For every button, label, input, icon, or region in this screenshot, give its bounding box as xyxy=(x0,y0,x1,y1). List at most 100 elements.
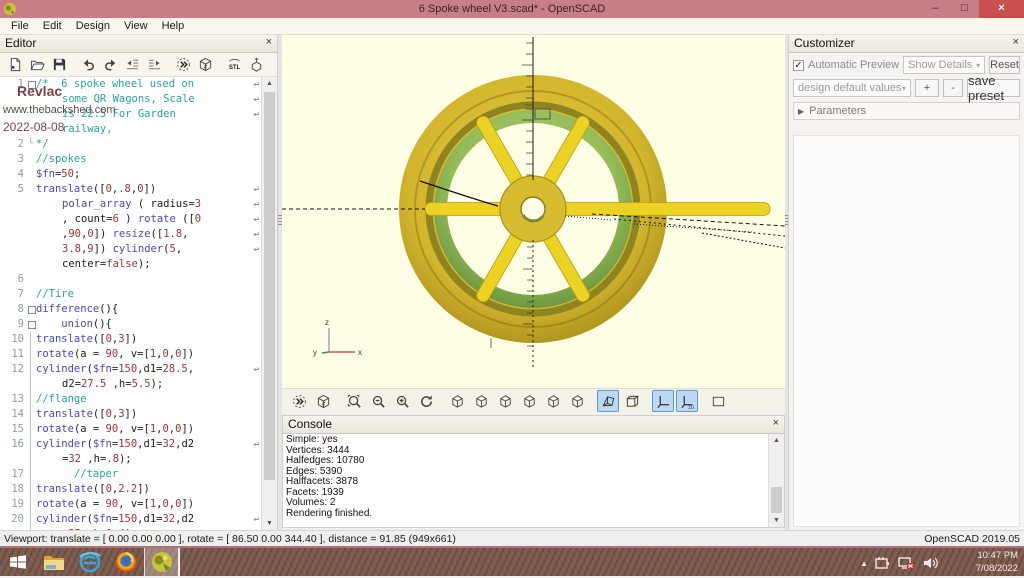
expand-triangle-icon: ▶ xyxy=(798,107,804,116)
code-row: is 22.5 For Garden↩ xyxy=(0,107,261,122)
zoom-in-icon[interactable] xyxy=(391,390,413,412)
preview-icon[interactable] xyxy=(288,390,310,412)
show-scale-markers-icon[interactable]: 10 xyxy=(676,390,698,412)
taskbar: ▲ 10:47 PM 7/08/2022 xyxy=(0,546,1024,576)
view-all-icon[interactable] xyxy=(707,390,729,412)
code-row: 1/* 6 spoke wheel used on↩ xyxy=(0,77,261,92)
3d-viewport[interactable]: z x y xyxy=(282,35,785,388)
preview-icon[interactable] xyxy=(173,55,193,75)
console-line: Facets: 1939 xyxy=(286,488,768,499)
code-row: 4$fn=50; xyxy=(0,167,261,182)
orthogonal-icon[interactable] xyxy=(621,390,643,412)
customizer-close-icon[interactable]: × xyxy=(1013,36,1019,48)
print-3d-icon[interactable] xyxy=(246,55,266,75)
view-right-icon[interactable] xyxy=(446,390,468,412)
axis-z-label: z xyxy=(325,318,329,327)
code-row: 11rotate(a = 90, v=[1,0,0]) xyxy=(0,347,261,362)
code-row: 3//spokes xyxy=(0,152,261,167)
minimize-button[interactable]: – xyxy=(921,0,950,18)
scroll-down-icon[interactable]: ▼ xyxy=(262,517,277,530)
view-bottom-icon[interactable] xyxy=(494,390,516,412)
internet-explorer-button[interactable] xyxy=(72,548,108,576)
speaker-icon[interactable] xyxy=(922,556,938,570)
editor-scrollbar[interactable]: ▲ ▼ xyxy=(261,77,277,530)
console-line: Volumes: 2 xyxy=(286,498,768,509)
save-file-icon[interactable] xyxy=(49,55,69,75)
scroll-up-icon[interactable]: ▲ xyxy=(262,77,277,90)
firefox-button[interactable] xyxy=(108,548,144,576)
remove-preset-button[interactable]: - xyxy=(943,79,963,97)
code-row: some QR Wagons, Scale↩ xyxy=(0,92,261,107)
view-top-icon[interactable] xyxy=(470,390,492,412)
code-row: 18translate([0,2.2]) xyxy=(0,482,261,497)
hidden-icons-chevron[interactable]: ▲ xyxy=(860,559,868,568)
windows-logo-icon xyxy=(8,552,28,572)
taskbar-clock[interactable]: 10:47 PM 7/08/2022 xyxy=(976,549,1018,575)
scroll-up-icon[interactable]: ▲ xyxy=(769,434,784,447)
unindent-icon[interactable] xyxy=(122,55,142,75)
editor-close-icon[interactable]: × xyxy=(266,36,272,48)
code-row: 3.8,9]) cylinder(5,↩ xyxy=(0,242,261,257)
zoom-all-icon[interactable] xyxy=(343,390,365,412)
menu-file[interactable]: File xyxy=(4,20,36,32)
viewport-status: Viewport: translate = [ 0.00 0.00 0.00 ]… xyxy=(4,533,456,545)
details-dropdown[interactable]: Show Details▾ xyxy=(903,56,985,74)
menu-help[interactable]: Help xyxy=(155,20,192,32)
menu-design[interactable]: Design xyxy=(69,20,117,32)
maximize-button[interactable]: □ xyxy=(950,0,979,18)
reset-view-icon[interactable] xyxy=(415,390,437,412)
view-left-icon[interactable] xyxy=(518,390,540,412)
title-bar: 6 Spoke wheel V3.scad* - OpenSCAD – □ × xyxy=(0,0,1024,18)
customizer-panel: Customizer × ✓ Automatic Preview Show De… xyxy=(788,35,1024,530)
battery-icon[interactable] xyxy=(875,556,891,570)
new-file-icon[interactable] xyxy=(5,55,25,75)
code-row: 14translate([0,3]) xyxy=(0,407,261,422)
code-row: 5translate([0,.8,0])↩ xyxy=(0,182,261,197)
code-row: ,90,0]) resize([1.8,↩ xyxy=(0,227,261,242)
view-front-icon[interactable] xyxy=(542,390,564,412)
console-line: Simple: yes xyxy=(286,435,768,446)
perspective-icon[interactable] xyxy=(597,390,619,412)
automatic-preview-checkbox[interactable]: ✓ xyxy=(793,60,804,71)
open-file-icon[interactable] xyxy=(27,55,47,75)
network-icon[interactable] xyxy=(898,556,915,570)
render-icon[interactable] xyxy=(312,390,334,412)
zoom-out-icon[interactable] xyxy=(367,390,389,412)
close-button[interactable]: × xyxy=(979,0,1024,18)
scroll-down-icon[interactable]: ▼ xyxy=(769,514,784,527)
parameters-section[interactable]: ▶ Parameters xyxy=(793,102,1020,120)
reset-button[interactable]: Reset xyxy=(989,56,1020,74)
menu-edit[interactable]: Edit xyxy=(36,20,69,32)
console-scrollbar[interactable]: ▲ ▼ xyxy=(768,434,784,527)
automatic-preview-label: Automatic Preview xyxy=(808,59,899,71)
indent-icon[interactable] xyxy=(144,55,164,75)
editor-toolbar: STL xyxy=(0,53,277,77)
scrollbar-thumb[interactable] xyxy=(771,487,782,513)
code-row: d2=27.5 ,h=5.5); xyxy=(0,377,261,392)
code-row: 16cylinder($fn=150,d1=32,d2↩ xyxy=(0,437,261,452)
console-close-icon[interactable]: × xyxy=(773,417,779,429)
render-icon[interactable] xyxy=(195,55,215,75)
undo-icon[interactable] xyxy=(78,55,98,75)
redo-icon[interactable] xyxy=(100,55,120,75)
console-line: Halfedges: 10780 xyxy=(286,456,768,467)
file-explorer-icon xyxy=(42,552,66,572)
add-preset-button[interactable]: + xyxy=(915,79,939,97)
start-button[interactable] xyxy=(0,548,36,576)
openscad-taskbar-button[interactable] xyxy=(144,548,180,576)
save-preset-button[interactable]: save preset xyxy=(967,79,1020,97)
menu-view[interactable]: View xyxy=(117,20,155,32)
firefox-icon xyxy=(114,550,138,574)
code-editor[interactable]: 1/* 6 spoke wheel used on↩some QR Wagons… xyxy=(0,77,261,530)
chevron-down-icon: ▾ xyxy=(902,84,906,93)
export-stl-icon[interactable]: STL xyxy=(224,55,244,75)
code-row: 17 //taper xyxy=(0,467,261,482)
preset-dropdown[interactable]: design default values▾ xyxy=(793,79,911,97)
scrollbar-thumb[interactable] xyxy=(264,92,275,480)
show-axes-icon[interactable] xyxy=(652,390,674,412)
axis-x-label: x xyxy=(358,348,362,357)
view-back-icon[interactable] xyxy=(566,390,588,412)
editor-panel: Editor × STL 1/* 6 spoke wheel used on↩s… xyxy=(0,35,278,530)
menu-bar: FileEditDesignViewHelp xyxy=(0,18,1024,35)
file-explorer-button[interactable] xyxy=(36,548,72,576)
